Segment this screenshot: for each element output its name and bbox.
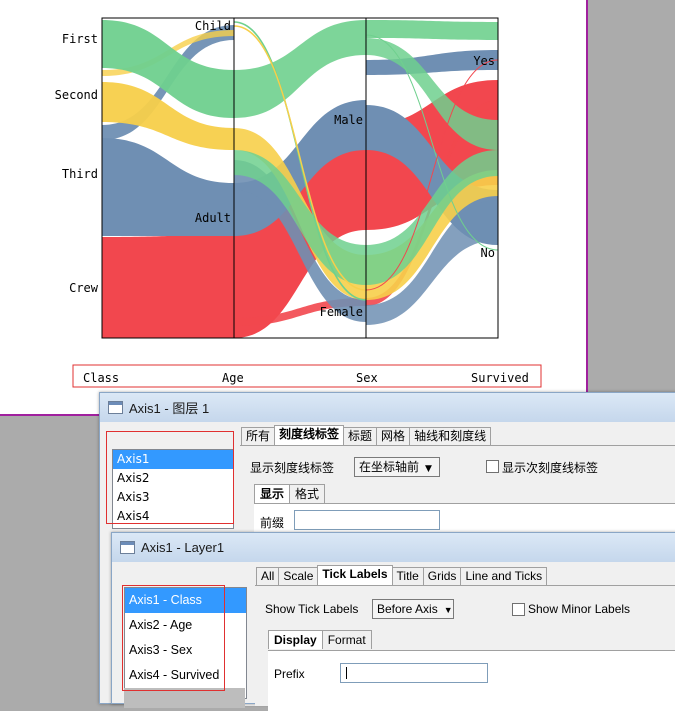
- subtab-display[interactable]: 显示: [254, 484, 291, 503]
- list-highlight: [122, 585, 225, 691]
- level-yes: Yes: [473, 54, 495, 68]
- subtab-display[interactable]: Display: [268, 630, 323, 649]
- prefix-input[interactable]: [340, 663, 488, 683]
- page-edge: [586, 0, 588, 414]
- level-crew: Crew: [69, 281, 99, 295]
- tab-tick-labels[interactable]: Tick Labels: [317, 565, 393, 585]
- subtab-strip: 显示 格式: [254, 484, 326, 503]
- ribbon-crew-adult: [102, 235, 234, 338]
- select-value: 在坐标轴前: [359, 460, 420, 474]
- prefix-label: 前缀: [260, 516, 285, 530]
- window-icon: [108, 401, 123, 414]
- chevron-down-icon: ▼: [425, 464, 432, 474]
- minor-labels-checkbox[interactable]: [512, 603, 525, 616]
- page-edge: [0, 414, 100, 416]
- axis-name-age: Age: [222, 371, 244, 385]
- minor-labels-label: Show Minor Labels: [528, 602, 631, 616]
- axis-name-survived: Survived: [471, 371, 529, 385]
- select-value: Before Axis: [377, 602, 438, 616]
- subtab-panel: Prefix: [268, 650, 675, 711]
- parallel-sets-chart: First Second Third Crew Child Adult Male…: [55, 17, 542, 388]
- level-second: Second: [55, 88, 98, 102]
- show-tick-labels-label: Show Tick Labels: [265, 602, 359, 616]
- show-tick-labels-select[interactable]: Before Axis ▼: [372, 599, 454, 619]
- window-icon: [120, 541, 135, 554]
- subtab-format[interactable]: Format: [321, 630, 372, 649]
- level-third: Third: [62, 167, 98, 181]
- dialog-titlebar[interactable]: Axis1 - 图层 1: [100, 393, 675, 422]
- axis-name-sex: Sex: [356, 371, 378, 385]
- show-tick-labels-label: 显示刻度线标签: [250, 461, 335, 475]
- subtab-strip: Display Format: [268, 630, 372, 649]
- axis-name-class: Class: [83, 371, 119, 385]
- subtab-format[interactable]: 格式: [289, 484, 326, 503]
- tab-grids[interactable]: Grids: [422, 567, 462, 585]
- dialog-titlebar[interactable]: Axis1 - Layer1: [112, 533, 675, 562]
- level-child: Child: [195, 19, 231, 33]
- level-no: No: [481, 246, 495, 260]
- graph-page: First Second Third Crew Child Adult Male…: [0, 0, 586, 414]
- tab-panel: Show Tick Labels Before Axis ▼ Show Minor…: [255, 585, 675, 711]
- tab-title[interactable]: 标题: [343, 427, 378, 445]
- axis-dialog-en: Axis1 - Layer1 Axis1 - Class Axis2 - Age…: [111, 532, 675, 711]
- list-footer: [124, 688, 245, 708]
- tab-grids[interactable]: 网格: [376, 427, 411, 445]
- level-first: First: [62, 32, 98, 46]
- dialog-title: Axis1 - 图层 1: [129, 401, 210, 416]
- prefix-label: Prefix: [274, 667, 305, 681]
- dialog-title: Axis1 - Layer1: [141, 540, 225, 555]
- tab-line-ticks[interactable]: 轴线和刻度线: [409, 427, 492, 445]
- level-male: Male: [334, 113, 363, 127]
- tab-all[interactable]: All: [256, 567, 280, 585]
- chevron-down-icon: ▼: [443, 605, 453, 615]
- tab-scale[interactable]: Scale: [278, 567, 319, 585]
- tab-title[interactable]: Title: [391, 567, 424, 585]
- text-caret: [346, 667, 347, 679]
- prefix-input[interactable]: [294, 510, 440, 530]
- ribbon-first-yes: [366, 20, 498, 40]
- tab-all[interactable]: 所有: [241, 427, 276, 445]
- show-tick-labels-select[interactable]: 在坐标轴前 ▼: [354, 457, 440, 477]
- tab-strip: 所有 刻度线标签 标题 网格 轴线和刻度线: [241, 425, 492, 445]
- level-female: Female: [320, 305, 363, 319]
- tab-tick-labels[interactable]: 刻度线标签: [274, 425, 345, 445]
- level-adult: Adult: [195, 211, 231, 225]
- minor-labels-label: 显示次刻度线标签: [502, 461, 599, 475]
- tab-strip: All Scale Tick Labels Title Grids Line a…: [256, 565, 548, 585]
- list-highlight: [106, 431, 234, 524]
- minor-labels-checkbox[interactable]: [486, 460, 499, 473]
- tab-line-ticks[interactable]: Line and Ticks: [460, 567, 548, 585]
